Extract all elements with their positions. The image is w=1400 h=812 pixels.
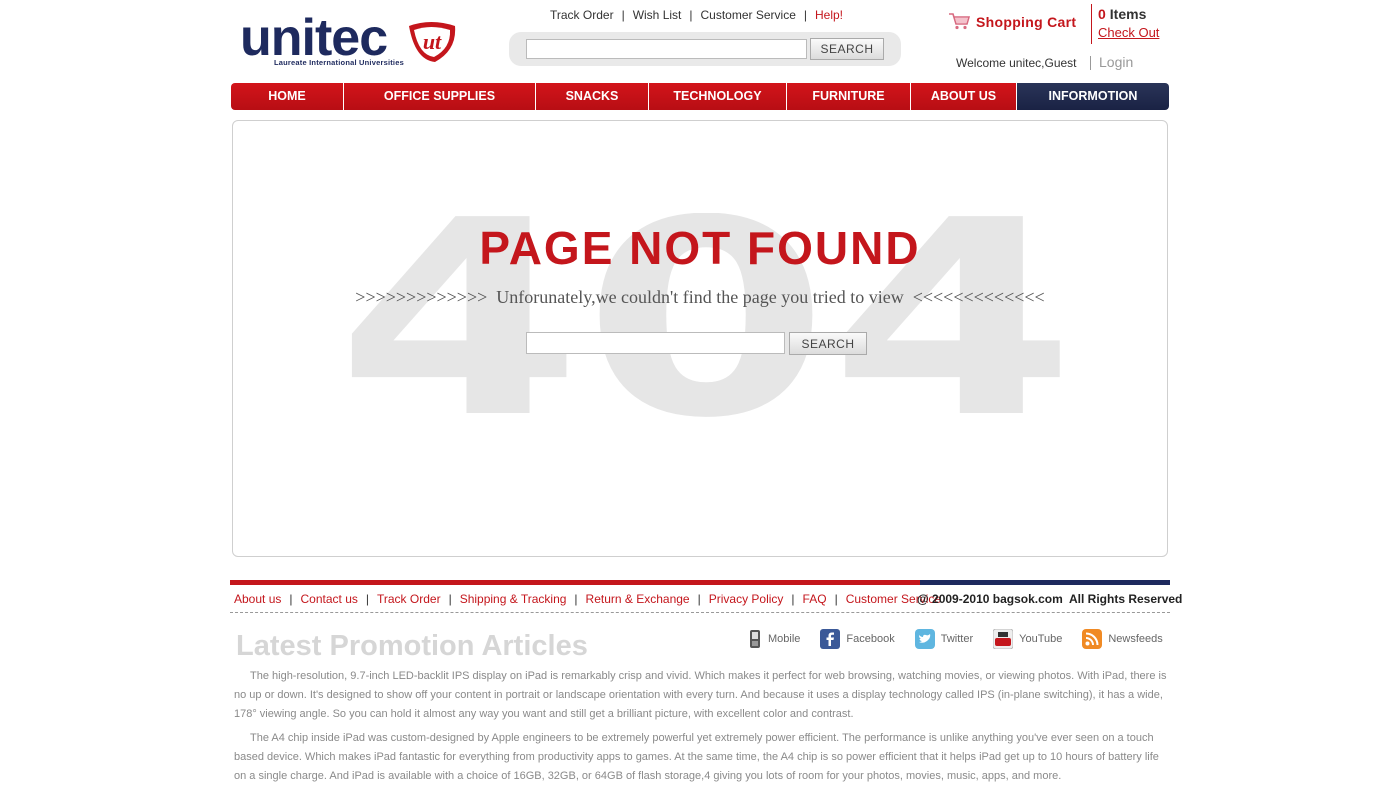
footer-links: About us | Contact us | Track Order | Shipping… [234, 592, 941, 606]
footer-bar-red [230, 580, 920, 585]
footer-shipping-tracking-link[interactable]: Shipping & Tracking [460, 592, 567, 606]
social-youtube[interactable]: YouTube [993, 629, 1062, 649]
logo-badge-text: ut [423, 29, 442, 54]
copyright-text: @ 2009-2010 bagsok.com All Rights Reserv… [917, 592, 1183, 606]
help-link[interactable]: Help! [815, 8, 843, 22]
separator: | [697, 592, 701, 606]
cart-items-label: Items [1109, 6, 1147, 22]
footer-track-order-link[interactable]: Track Order [377, 592, 441, 606]
promo-paragraph: The A4 chip inside iPad was custom-desig… [234, 732, 1159, 782]
not-found-panel: 404 PAGE NOT FOUND >>>>>>>>>>>>> Unforun… [232, 120, 1168, 557]
shopping-cart-label: Shopping Cart [976, 14, 1077, 30]
shopping-cart-icon [949, 13, 970, 30]
social-links: Mobile Facebook Twitter YouTube Newsfeed… [748, 628, 1183, 650]
youtube-icon [993, 629, 1014, 649]
separator: | [448, 592, 452, 606]
main-search-button[interactable]: SEARCH [789, 332, 867, 355]
main-search-input[interactable] [526, 332, 785, 354]
social-twitter[interactable]: Twitter [914, 629, 974, 649]
social-newsfeeds[interactable]: Newsfeeds [1082, 629, 1163, 649]
footer-contact-us-link[interactable]: Contact us [301, 592, 358, 606]
mobile-icon [750, 630, 760, 648]
separator: | [791, 592, 795, 606]
footer-return-exchange-link[interactable]: Return & Exchange [586, 592, 690, 606]
promo-paragraph: The high-resolution, 9.7-inch LED-backli… [234, 670, 1167, 720]
footer-faq-link[interactable]: FAQ [803, 592, 827, 606]
nav-office-supplies[interactable]: OFFICE SUPPLIES [344, 83, 536, 110]
cart-divider [1091, 4, 1092, 44]
site-logo[interactable]: unitec ut Laureate International Univers… [240, 10, 460, 70]
logo-tagline: Laureate International Universities [274, 58, 404, 67]
social-facebook[interactable]: Facebook [820, 629, 895, 649]
nav-furniture[interactable]: FURNITURE [787, 83, 911, 110]
header-search-input[interactable] [526, 39, 807, 59]
logo-badge-icon: ut [409, 22, 456, 62]
nav-about-us[interactable]: ABOUT US [911, 83, 1017, 110]
footer-divider [230, 612, 1170, 613]
separator: | [365, 592, 369, 606]
social-twitter-label: Twitter [940, 633, 974, 645]
promo-title: Latest Promotion Articles [236, 630, 588, 662]
track-order-link[interactable]: Track Order [550, 8, 614, 22]
footer-bar-navy [920, 580, 1170, 585]
wish-list-link[interactable]: Wish List [633, 8, 682, 22]
facebook-icon [820, 629, 841, 649]
page-subtitle: >>>>>>>>>>>>> Unforunately,we couldn't f… [355, 287, 1045, 307]
social-newsfeeds-label: Newsfeeds [1108, 633, 1163, 645]
header-search-bar: SEARCH [509, 32, 901, 66]
separator [1090, 56, 1091, 70]
social-mobile[interactable]: Mobile [748, 629, 800, 649]
nav-information[interactable]: INFORMOTION [1017, 83, 1169, 110]
checkout-link[interactable]: Check Out [1098, 25, 1159, 40]
welcome-message: Welcome unitec,Guest [956, 56, 1077, 70]
twitter-icon [914, 629, 935, 649]
nav-technology[interactable]: TECHNOLOGY [649, 83, 787, 110]
footer-about-us-link[interactable]: About us [234, 592, 281, 606]
social-youtube-label: YouTube [1019, 633, 1063, 645]
login-link[interactable]: Login [1099, 54, 1133, 70]
cart-count: 0 [1098, 6, 1106, 22]
header-search-button[interactable]: SEARCH [810, 38, 884, 60]
nav-snacks[interactable]: SNACKS [536, 83, 649, 110]
separator: | [289, 592, 293, 606]
top-links: Track Order | Wish List | Customer Service | H… [550, 8, 843, 22]
customer-service-link[interactable]: Customer Service [701, 8, 796, 22]
main-nav: HOME OFFICE SUPPLIES SNACKS TECHNOLOGY F… [231, 83, 1169, 110]
page-title: PAGE NOT FOUND [479, 222, 921, 274]
separator: | [689, 8, 693, 22]
separator: | [834, 592, 838, 606]
social-mobile-label: Mobile [768, 633, 801, 645]
cart-items-count: 0 Items [1098, 6, 1146, 22]
separator: | [621, 8, 625, 22]
rss-icon [1082, 629, 1103, 649]
separator: | [574, 592, 578, 606]
social-facebook-label: Facebook [846, 633, 895, 645]
separator: | [803, 8, 807, 22]
nav-home[interactable]: HOME [231, 83, 344, 110]
footer-privacy-policy-link[interactable]: Privacy Policy [709, 592, 784, 606]
